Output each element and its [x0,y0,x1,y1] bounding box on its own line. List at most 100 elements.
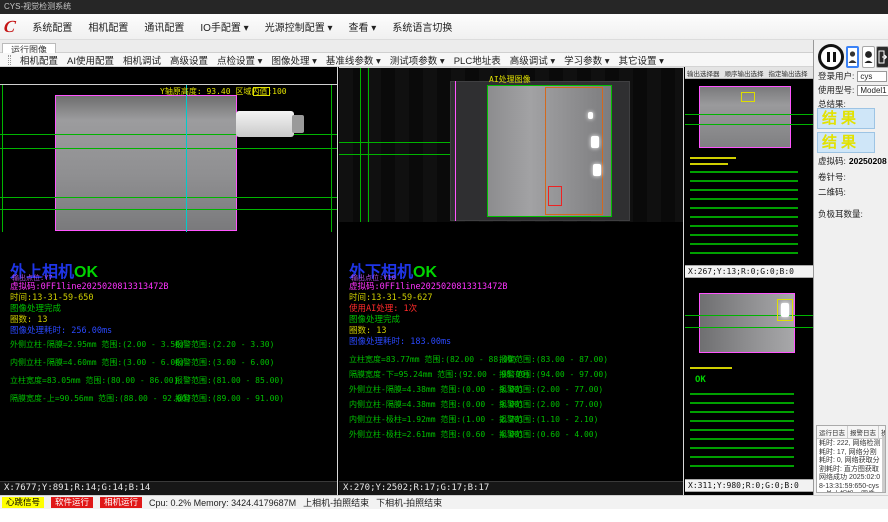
overlay-text-row [690,157,736,159]
measurement-row: 外侧立柱-隔膜=4.38mm 范围:(0.00 - 9.00) 报警范围:(2.… [349,384,608,399]
measurement-row: 隔膜宽度-下=95.24mm 范围:(92.00 - 98.00) 报警范围:(… [349,369,608,384]
tool-plc-table[interactable]: PLC地址表 [454,53,501,67]
annotation-line [0,197,337,198]
aux-camera-image-2[interactable] [685,285,813,362]
annotation-rect [741,92,755,102]
camera-image-outer-upper[interactable]: Y轴原高度: 93.40 区域内值:100 [0,84,337,232]
tab-row: 运行图像 [0,40,813,53]
tool-image-process[interactable]: 图像处理 ▾ [271,53,316,67]
tool-spot-check[interactable]: 点检设置 ▾ [217,53,262,67]
log-scrollbar[interactable] [882,436,885,492]
pause-icon [827,52,830,62]
annotation-line [2,85,3,232]
result-indicator-1: 结果 [817,108,875,129]
measurement-value: 外侧立柱-隔膜=2.95mm 范围:(2.00 - 3.50) [10,339,175,357]
elapsed-line: 图像处理耗时: 183.00ms [349,337,508,348]
login-user-value[interactable]: cys [857,71,887,82]
alarm-range: 报警范围:(94.00 - 97.00) [499,369,608,384]
annotation-line [339,154,450,155]
output-selector-label[interactable]: 输出选择器 [687,68,720,78]
menu-language-switch[interactable]: 系统语言切换 [389,17,455,36]
image-overlay-text: Y轴原高度: 93.40 区域内值:100 [160,86,287,97]
tool-learn-params[interactable]: 学习参数 ▾ [564,53,609,67]
lower-camera-status: 下相机-拍照结束 [376,496,442,509]
measurement-row: 隔膜宽度-上=90.56mm 范围:(88.00 - 92.00) 报警范围:(… [10,393,284,411]
tool-test-params[interactable]: 测试项参数 ▾ [390,53,445,67]
overlay-text-rows [690,171,798,255]
measurement-row: 外侧立柱-隔膜=2.95mm 范围:(2.00 - 3.50) 报警范围:(2.… [10,339,284,357]
tool-camera-config[interactable]: 相机配置 [20,53,58,67]
overlay-text-row [690,367,732,369]
barcode-line: 虚拟码:0FF1line2025020813313472B [349,282,508,293]
measurement-row: 内侧立柱-隔膜=4.60mm 范围:(3.00 - 6.00) 报警范围:(3.… [10,357,284,375]
menu-system-config[interactable]: 系统配置 [29,17,75,36]
toolbar-grip-icon [8,55,11,65]
menu-view[interactable]: 查看 ▾ [346,17,380,36]
camera-image-outer-lower[interactable]: AI处理图像 [339,67,683,222]
turns-line: 圈数: 13 [349,326,508,337]
tool-camera-debug[interactable]: 相机调试 [123,53,161,67]
menu-io-config[interactable]: IO手配置 ▾ [197,17,251,36]
pause-button[interactable] [818,44,844,70]
annotation-line [685,114,813,115]
log-tabs: 运行日志 报警日志 操作日志 [817,426,885,439]
annotation-line [0,209,337,210]
measurement-value: 内侧立柱-隔膜=4.60mm 范围:(3.00 - 6.00) [10,357,175,375]
menu-bar: C 系统配置 相机配置 通讯配置 IO手配置 ▾ 光源控制配置 ▾ 查看 ▾ 系… [0,14,888,40]
tool-advanced-settings[interactable]: 高级设置 [170,53,208,67]
barcode-line: 虚拟码:0FF1line2025020813313472B [10,282,169,293]
camera-running-badge: 相机运行 [100,497,142,508]
annotation-line [685,124,813,125]
annotation-line [360,68,361,222]
virtual-code-label: 虚拟码: [818,155,846,167]
reflection-glint [593,164,601,176]
tool-baseline-params[interactable]: 基准线参数 ▾ [326,53,381,67]
ai-process-line: 使用AI处理: 1次 [349,304,508,315]
inspected-part [55,95,237,231]
exit-button[interactable] [876,46,888,68]
window-title: CYS-视觉检测系统 [4,2,71,11]
operator-button[interactable] [862,46,875,68]
user-icon [848,50,857,64]
specified-output-option[interactable]: 指定输出选择 [769,68,808,78]
annotation-rect-red [548,186,562,206]
pixel-coordinates-readout: X:7677;Y:891;R:14;G:14;B:14 [0,481,337,495]
virtual-code-value: 20250208 [849,156,887,166]
turns-line: 圈数: 13 [10,315,169,326]
upper-camera-status: 上相机-拍照结束 [303,496,369,509]
pause-icon [833,52,836,62]
tab-run-log[interactable]: 运行日志 [817,426,848,438]
reflection-glint [591,136,599,148]
annotation-line [186,85,187,232]
pixel-coordinates-readout: X:270;Y:2502;R:17;G:17;B:17 [339,481,683,495]
output-select-strip: 输出选择器 顺序输出选择 指定输出选择 [685,67,813,79]
aux-camera-column: 输出选择器 顺序输出选择 指定输出选择 X:267;Y:13;R:0;G:0;B… [685,67,813,495]
model-select[interactable]: Model1 [857,85,888,96]
menu-camera-config[interactable]: 相机配置 [85,17,131,36]
annotation-line [455,81,456,221]
measurement-row: 外侧立柱-极柱=2.61mm 范围:(0.60 - 4.00) 报警范围:(0.… [349,429,608,444]
measurement-value: 外侧立柱-隔膜=4.38mm 范围:(0.00 - 9.00) [349,384,499,399]
tool-other-settings[interactable]: 其它设置 ▾ [619,53,664,67]
needle-number-label: 卷针号: [818,171,846,183]
annotation-line [339,142,450,143]
main-area: Y轴原高度: 93.40 区域内值:100 外上相机OK 输出点位:Y7 虚拟码… [0,67,813,495]
sequential-output-option[interactable]: 顺序输出选择 [725,68,764,78]
measurement-row: 内侧立柱-极柱=1.92mm 范围:(1.00 - 2.20) 报警范围:(1.… [349,414,608,429]
bottom-spacer [0,509,888,522]
log-box[interactable]: 运行日志 报警日志 操作日志 耗时: 222, 网络检测耗时: 17, 网络分割… [816,425,886,493]
alarm-range: 报警范围:(3.00 - 6.00) [175,357,284,375]
menu-light-config[interactable]: 光源控制配置 ▾ [262,17,336,36]
user-login-button[interactable] [846,46,859,68]
tool-ai-config[interactable]: AI使用配置 [67,53,114,67]
alarm-range: 报警范围:(2.00 - 77.00) [499,399,608,414]
measurement-value: 隔膜宽度-下=95.24mm 范围:(92.00 - 98.00) [349,369,499,384]
tool-advanced-debug[interactable]: 高级调试 ▾ [510,53,555,67]
measurement-value: 隔膜宽度-上=90.56mm 范围:(88.00 - 92.00) [10,393,175,411]
alarm-range: 报警范围:(89.00 - 91.00) [175,393,284,411]
tab-alarm-log[interactable]: 报警日志 [848,426,879,438]
menu-comm-config[interactable]: 通讯配置 [141,17,187,36]
titlebar[interactable]: CYS-视觉检测系统 [0,0,888,14]
aux-camera-image-1[interactable] [685,80,813,152]
app-logo-icon: C [3,17,17,37]
